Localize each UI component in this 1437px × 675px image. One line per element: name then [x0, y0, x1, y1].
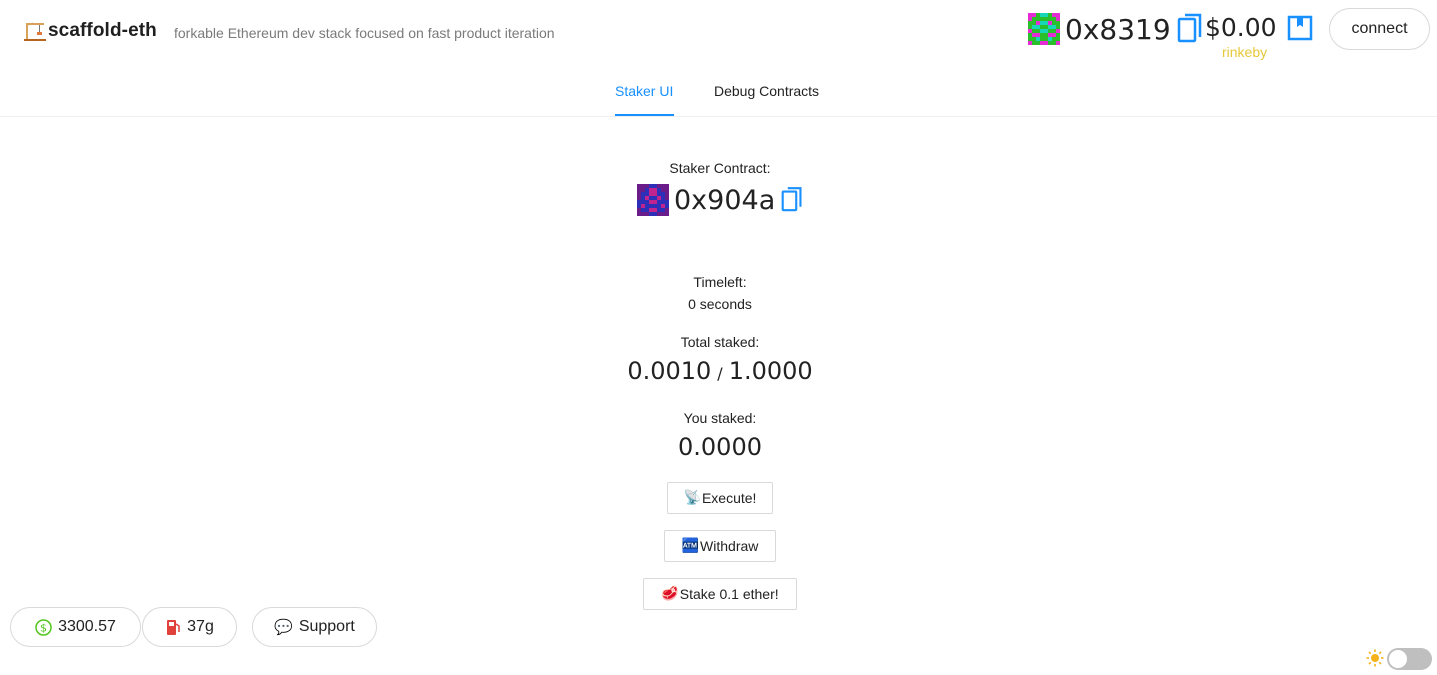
connect-button[interactable]: connect — [1329, 8, 1430, 50]
contract-avatar — [637, 184, 669, 216]
atm-icon: 🏧 — [681, 538, 700, 554]
tab-debug-contracts[interactable]: Debug Contracts — [714, 83, 819, 99]
speech-bubble-icon: 💬 — [274, 618, 293, 636]
wallet-icon[interactable] — [1287, 15, 1313, 41]
dollar-icon: $ — [35, 618, 52, 636]
execute-button[interactable]: 📡 Execute! — [667, 482, 773, 514]
timeleft-label: Timeleft: — [693, 274, 747, 290]
contract-address-text: 0x904a — [674, 184, 776, 216]
theme-toggle[interactable] — [1387, 648, 1432, 670]
copy-icon[interactable] — [781, 186, 803, 214]
gas-price-value: 37g — [187, 618, 214, 635]
account-avatar — [1028, 13, 1060, 45]
copy-icon[interactable] — [1177, 13, 1203, 45]
total-staked-label: Total staked: — [680, 334, 760, 350]
svg-text:$: $ — [40, 621, 47, 634]
sun-icon — [1366, 649, 1384, 667]
brand-link[interactable]: scaffold-eth — [24, 20, 157, 42]
toggle-knob — [1389, 650, 1407, 668]
fuel-pump-icon — [165, 618, 181, 636]
staker-contract-address[interactable]: 0x904a — [637, 182, 803, 218]
eth-price-value: 3300.57 — [58, 618, 116, 635]
eth-price-button[interactable]: $ 3300.57 — [10, 607, 141, 647]
app-subtitle: forkable Ethereum dev stack focused on f… — [174, 25, 555, 41]
execute-label: Execute! — [701, 490, 757, 506]
account-balance[interactable]: $0.00 — [1205, 13, 1277, 42]
withdraw-label: Withdraw — [700, 538, 759, 554]
you-staked-value: 0.0000 — [678, 433, 762, 461]
satellite-icon: 📡 — [683, 490, 701, 506]
network-name: rinkeby — [1222, 44, 1268, 60]
stake-label: Stake 0.1 ether! — [679, 586, 779, 602]
account-address[interactable]: 0x8319 — [1028, 9, 1203, 49]
staking-threshold: 1.0000 — [728, 357, 813, 385]
withdraw-button[interactable]: 🏧 Withdraw — [664, 530, 776, 562]
app-title: scaffold-eth — [48, 20, 157, 41]
tab-staker-ui[interactable]: Staker UI — [615, 83, 673, 99]
ratio-separator: / — [717, 364, 723, 383]
account-address-text: 0x8319 — [1065, 12, 1171, 46]
stake-button[interactable]: 🥩 Stake 0.1 ether! — [643, 578, 797, 610]
support-label: Support — [298, 618, 355, 635]
total-staked-value: 0.0010 / 1.0000 — [570, 357, 870, 385]
staker-contract-label: Staker Contract: — [669, 160, 771, 176]
tab-active-indicator — [615, 114, 674, 116]
you-staked-label: You staked: — [683, 410, 757, 426]
timeleft-value: 0 seconds — [688, 296, 752, 312]
tab-bar: Staker UI Debug Contracts — [0, 66, 1437, 117]
support-button[interactable]: 💬 Support — [252, 607, 377, 647]
gas-price-button[interactable]: 37g — [142, 607, 237, 647]
total-staked-amount: 0.0010 — [627, 357, 712, 385]
app-header: scaffold-eth forkable Ethereum dev stack… — [0, 0, 1437, 66]
steak-icon: 🥩 — [661, 586, 679, 602]
crane-icon — [24, 22, 46, 41]
